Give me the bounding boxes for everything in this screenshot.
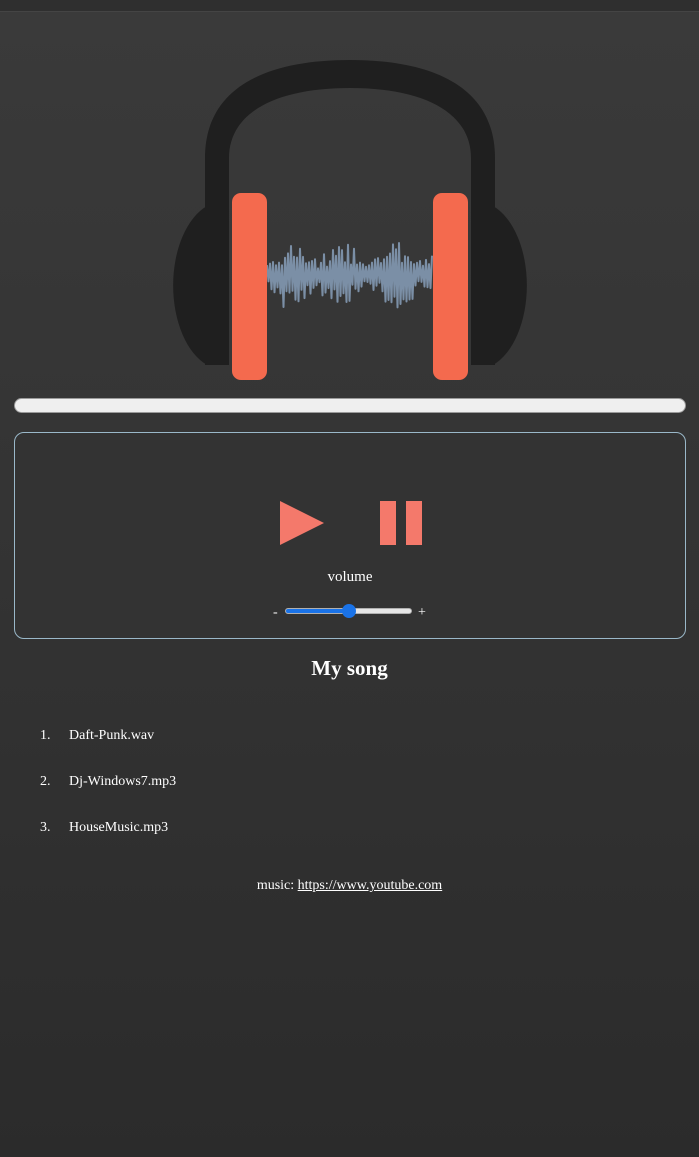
footer-prefix: music: — [256, 878, 298, 893]
volume-slider[interactable] — [284, 602, 414, 620]
volume-slider-thumb[interactable] — [341, 604, 356, 618]
playlist-item-number: 2. — [40, 774, 51, 789]
playlist-item[interactable]: 1. Daft-Punk.wav — [40, 728, 154, 748]
play-icon[interactable] — [280, 499, 328, 547]
player-controls: volume - + — [14, 432, 686, 639]
playlist-item-label: Daft-Punk.wav — [69, 728, 155, 743]
playlist-item-label: Dj-Windows7.mp3 — [69, 774, 177, 789]
right-ear-cushion — [433, 193, 468, 380]
playlist-item[interactable]: 3. HouseMusic.mp3 — [40, 820, 168, 840]
playlist-item-number: 1. — [40, 728, 51, 743]
right-ear-dome — [493, 206, 527, 365]
youtube-link[interactable]: https://www.youtube.com — [298, 878, 443, 893]
sound-wave-icon — [266, 242, 433, 309]
footer-credit: music: https://www.youtube.com — [0, 878, 699, 894]
playlist-item-label: HouseMusic.mp3 — [69, 820, 169, 835]
pause-icon[interactable] — [379, 499, 427, 547]
left-ear-dome — [173, 206, 207, 365]
playlist-title: My song — [311, 656, 388, 680]
volume-label: volume — [327, 569, 373, 585]
volume-slider-fill — [286, 609, 349, 613]
volume-plus-label: + — [418, 605, 426, 620]
progress-bar[interactable] — [14, 398, 686, 413]
left-ear-cushion — [232, 193, 267, 380]
playlist-item-number: 3. — [40, 820, 51, 835]
headphones-illustration — [173, 60, 527, 380]
top-border — [0, 0, 699, 12]
playlist-item[interactable]: 2. Dj-Windows7.mp3 — [40, 774, 176, 794]
volume-minus-label: - — [273, 605, 278, 620]
